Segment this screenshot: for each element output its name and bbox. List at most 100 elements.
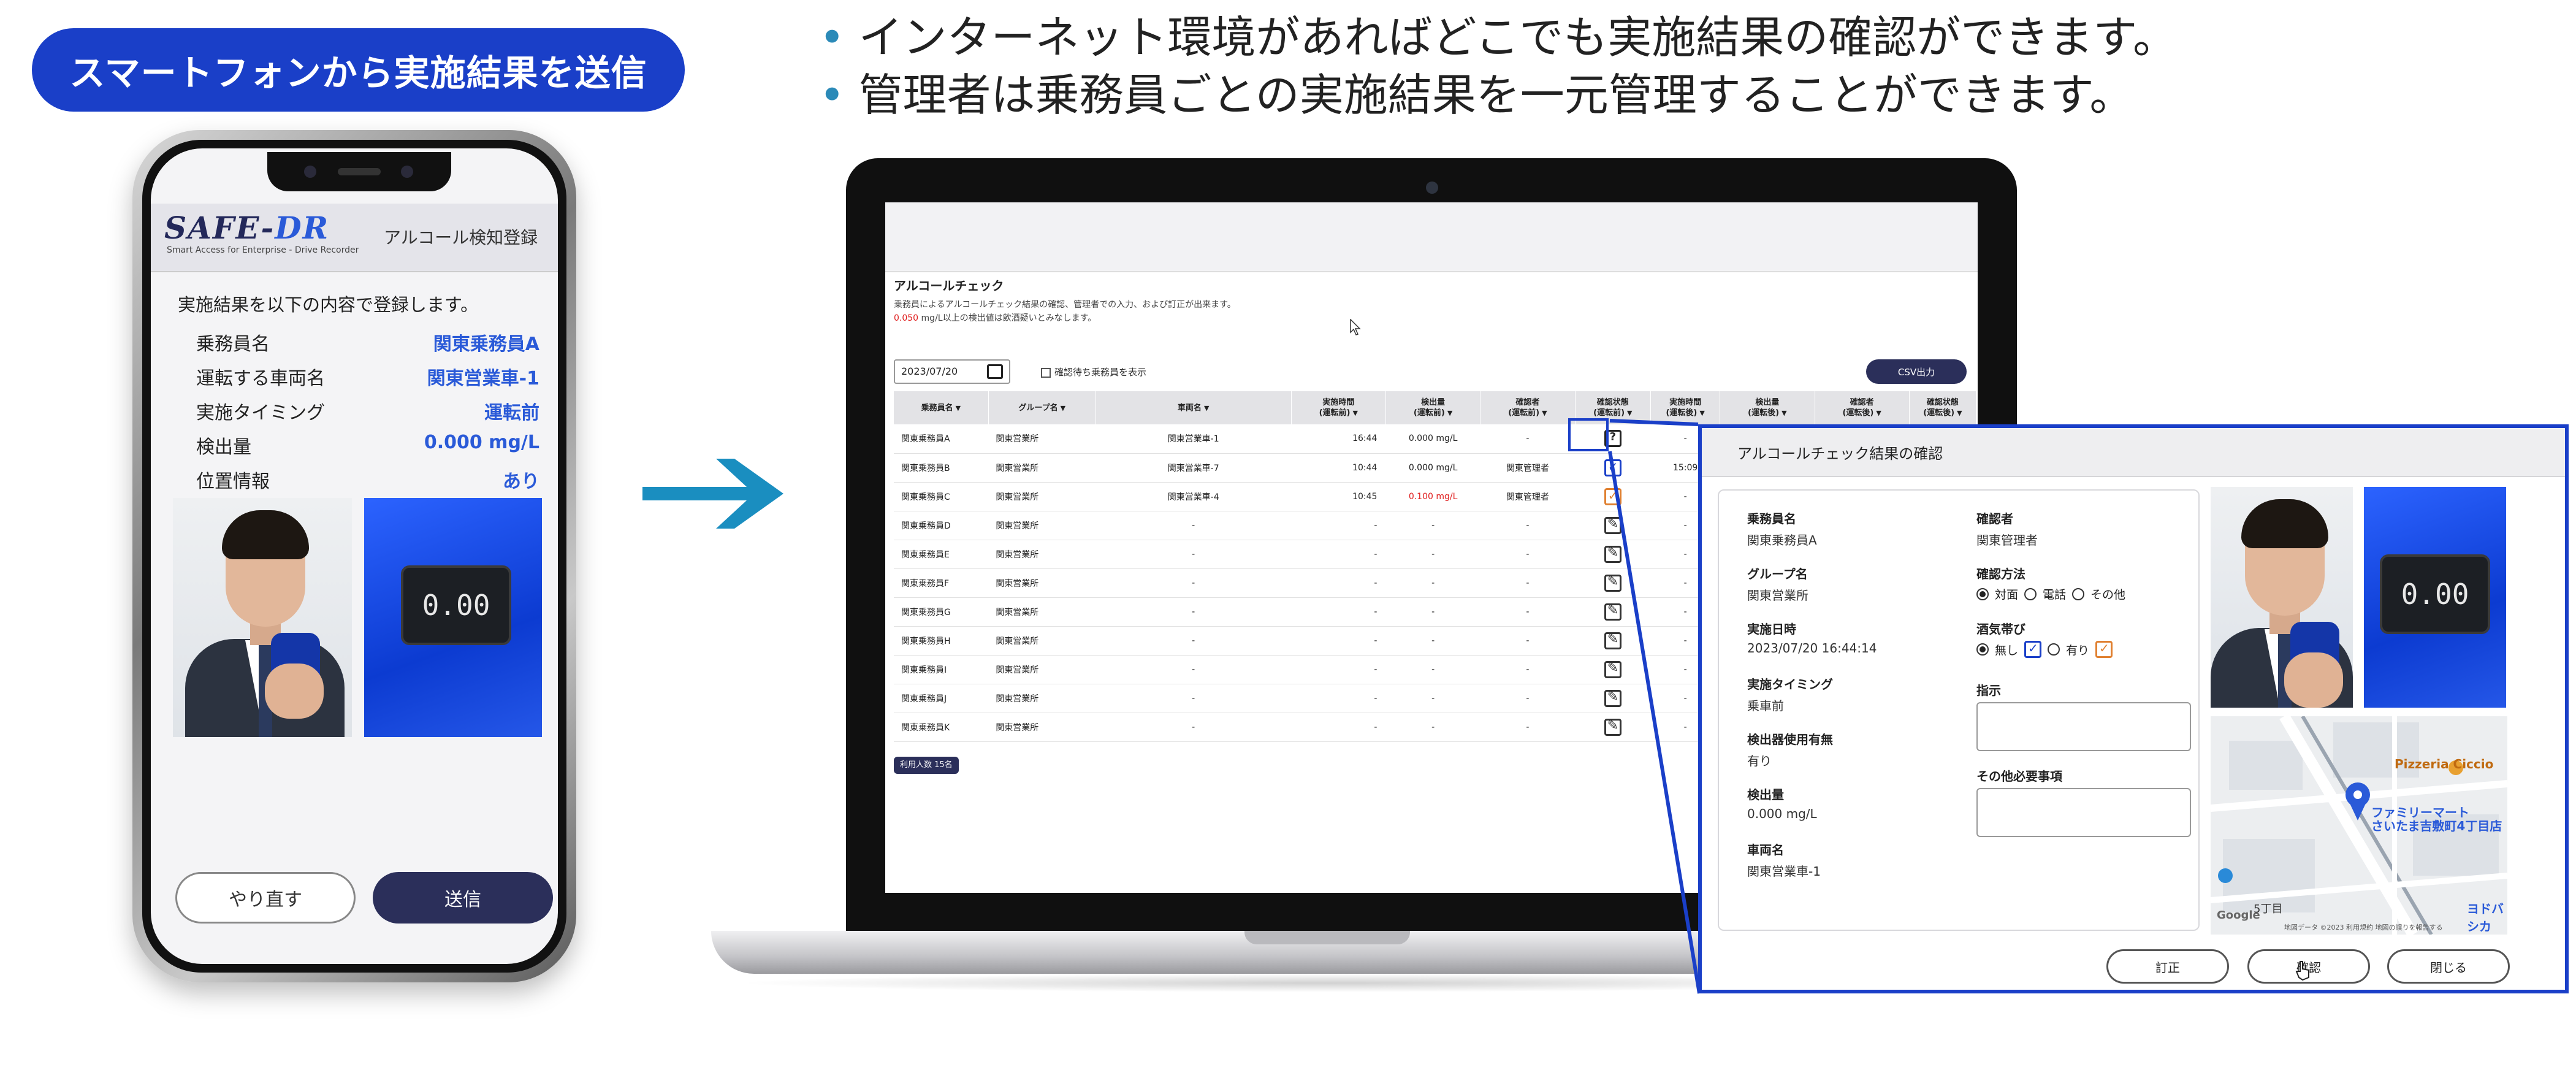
table-cell: - [1291,511,1386,540]
edit-icon[interactable] [1604,545,1621,563]
other-textarea[interactable] [1976,788,2191,837]
col-checker-after[interactable]: 確認者 (運転後) ▼ [1815,391,1910,424]
mouse-cursor-icon [1350,319,1361,335]
breathalyzer-photo: 0.00 [364,498,542,737]
map-footer[interactable]: 地図データ ©2023 利用規約 地図の誤りを報告する [2284,922,2442,932]
table-cell: - [1291,655,1386,684]
edit-icon[interactable] [1604,516,1621,534]
col-checker-before[interactable]: 確認者 (運転前) ▼ [1480,391,1576,424]
table-cell: 関東乗務員K [894,713,989,742]
col-time-before[interactable]: 実施時間 (運転前) ▼ [1291,391,1386,424]
table-cell: 関東乗務員F [894,568,989,598]
webcam-icon [1426,182,1438,194]
phone-page-title: アルコール検知登録 [384,228,538,248]
field-method: 確認方法 対面 電話 その他 [1976,567,2126,602]
table-cell [1575,684,1651,713]
phone-screen: SAFE-DR Smart Access for Enterprise - Dr… [151,148,558,964]
send-button[interactable]: 送信 [373,872,553,924]
col-amount-after[interactable]: 検出量 (運転後) ▼ [1720,391,1815,424]
table-cell: 0.100 mg/L [1385,482,1480,511]
map-station-label: ファミリーマート さいたま吉敷町4丁目店 [2371,805,2502,833]
sensor-icon [401,166,413,178]
table-cell: 関東管理者 [1480,453,1576,483]
map-area-label: ヨドバシカ [2467,901,2504,934]
safe-dr-logo: SAFE-DR [164,210,330,246]
driver-face-photo [173,498,352,737]
dialog-face-photo [2211,487,2353,708]
table-cell: - [1385,626,1480,656]
table-cell [1575,453,1651,483]
correct-button[interactable]: 訂正 [2106,949,2229,984]
table-cell: 関東乗務員I [894,655,989,684]
app-top-bar [885,202,1978,272]
drunk-no-radio[interactable] [1976,643,1989,656]
field-detector-used: 検出器使用有無 有り [1747,732,1833,768]
table-cell: - [1291,626,1386,656]
table-cell: 10:45 [1291,482,1386,511]
close-button[interactable]: 閉じる [2387,949,2510,984]
table-cell: - [1096,655,1292,684]
table-cell: 関東営業所 [988,597,1096,627]
table-cell: - [1385,597,1480,627]
table-cell: - [1096,626,1292,656]
table-cell: 関東乗務員A [894,424,989,454]
csv-export-button[interactable]: CSV出力 [1866,359,1967,384]
logo-subtitle: Smart Access for Enterprise - Drive Reco… [167,245,359,255]
method-face-radio[interactable] [1976,587,1989,600]
drunk-yes-radio[interactable] [2048,643,2060,656]
field-amount: 検出量 0.000 mg/L [1747,787,1817,821]
check-icon[interactable] [1604,459,1621,476]
edit-icon[interactable] [1604,660,1621,678]
table-cell: 関東営業車-7 [1096,453,1292,483]
table-cell: 0.000 mg/L [1385,424,1480,454]
table-cell: 関東営業車-1 [1096,424,1292,454]
dialog-info-panel: 乗務員名 関東乗務員A グループ名 関東営業所 実施日時 2023/07/20 16:… [1718,489,2200,931]
phone-row-amount: 検出量 0.000 mg/L [196,432,539,458]
hand-cursor-icon [2295,961,2309,981]
field-group: グループ名 関東営業所 [1747,567,1808,603]
col-driver[interactable]: 乗務員名 ▼ [894,391,989,424]
table-cell: - [1291,540,1386,569]
table-cell: 関東乗務員B [894,453,989,483]
edit-icon[interactable] [1604,574,1621,592]
table-cell: 関東営業所 [988,453,1096,483]
table-cell: - [1480,655,1576,684]
date-picker[interactable]: 2023/07/20 [894,359,1010,384]
edit-icon[interactable] [1604,718,1621,736]
location-map[interactable]: Pizzeria Ciccio ファミリーマート さいたま吉敷町4丁目店 ヨドバ… [2211,716,2507,935]
col-time-after[interactable]: 実施時間 (運転後) ▼ [1650,391,1721,424]
field-timing: 実施タイミング 乗車前 [1747,677,1833,713]
table-cell: - [1096,540,1292,569]
col-amount-before[interactable]: 検出量 (運転前) ▼ [1385,391,1481,424]
table-cell: 16:44 [1291,424,1386,454]
check-icon[interactable] [1604,488,1621,505]
redo-button[interactable]: やり直す [175,872,356,924]
phone-row-timing: 実施タイミング 運転前 [196,402,539,424]
pending-only-checkbox[interactable]: 確認待ち乗務員を表示 [1041,365,1146,378]
col-vehicle[interactable]: 車両名 ▼ [1096,391,1292,424]
method-phone-radio[interactable] [2024,587,2037,600]
table-cell: 関東営業所 [988,655,1096,684]
table-cell: - [1096,568,1292,598]
table-cell: - [1480,597,1576,627]
edit-icon[interactable] [1604,603,1621,621]
table-cell: - [1480,713,1576,742]
phone-header: SAFE-DR Smart Access for Enterprise - Dr… [151,204,558,272]
col-group[interactable]: グループ名 ▼ [988,391,1096,424]
table-cell [1575,713,1651,742]
edit-icon[interactable] [1604,632,1621,649]
method-other-radio[interactable] [2072,587,2085,600]
table-cell: - [1480,568,1576,598]
table-cell: 関東営業所 [988,424,1096,454]
col-status-after[interactable]: 確認状態 (運転後) ▼ [1909,391,1977,424]
check-orange-icon [2095,641,2113,658]
phone-notch [267,152,451,191]
instruction-textarea[interactable] [1976,702,2191,751]
edit-icon[interactable] [1604,689,1621,707]
bullet-item: • インターネット環境があればどこでも実施結果の確認ができます。 [819,12,2178,63]
table-cell: 関東営業所 [988,684,1096,713]
table-cell: - [1480,684,1576,713]
calendar-icon[interactable] [987,364,1003,379]
table-cell: - [1385,655,1480,684]
table-cell: - [1096,684,1292,713]
